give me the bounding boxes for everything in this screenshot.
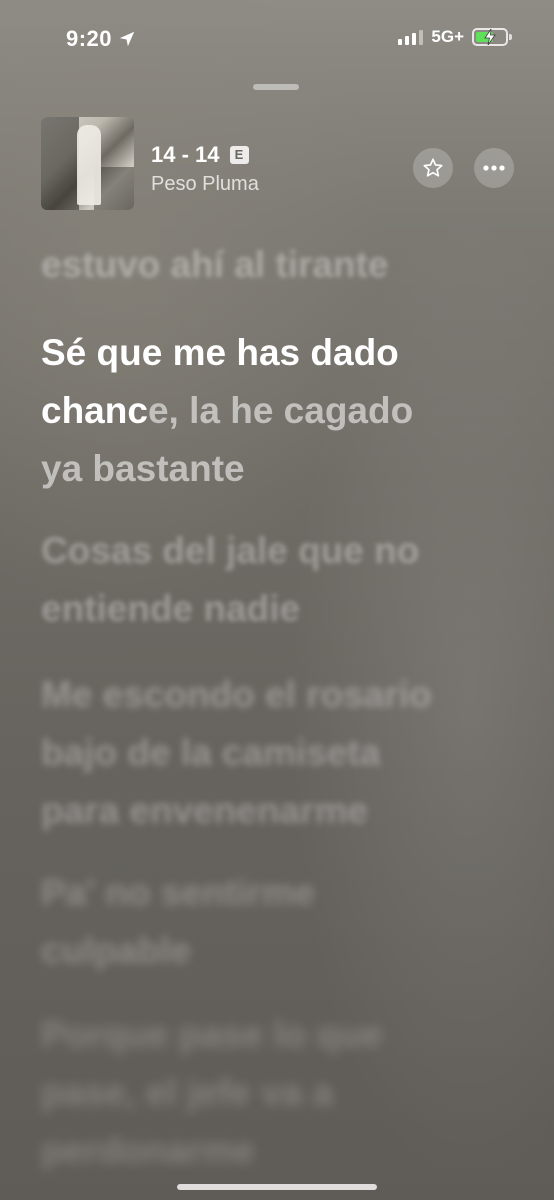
- status-indicators: 5G+: [398, 27, 512, 47]
- battery-icon: [472, 28, 512, 46]
- lyric-line-upcoming[interactable]: Cosas del jale que no entiende nadie: [41, 522, 419, 638]
- status-bar: 9:20 5G+: [0, 0, 554, 80]
- cellular-signal-icon: [398, 29, 424, 45]
- lyric-line-upcoming[interactable]: Porque pase lo que pase, el jefe va a pe…: [41, 1006, 382, 1180]
- lyric-line-previous[interactable]: estuvo ahí al tirante: [41, 236, 389, 294]
- star-icon: [423, 158, 443, 177]
- song-title: 14 - 14: [151, 142, 220, 167]
- lyric-line-upcoming[interactable]: Pa' no sentirme culpable: [41, 864, 315, 980]
- lyric-current-line3: ya bastante: [41, 448, 245, 489]
- lyric-line-current[interactable]: Sé que me has dado chance, la he cagado …: [41, 324, 511, 498]
- lyric-line-upcoming[interactable]: Me escondo el rosario bajo de la camiset…: [41, 666, 432, 840]
- album-artwork[interactable]: [41, 117, 134, 210]
- more-options-button[interactable]: [474, 148, 514, 188]
- song-title-row: 14 - 14 E: [151, 142, 249, 168]
- location-arrow-icon: [119, 31, 135, 47]
- explicit-badge: E: [229, 146, 249, 164]
- favorite-button[interactable]: [413, 148, 453, 188]
- lyric-current-line1: Sé que me has dado: [41, 332, 399, 373]
- time-label: 9:20: [66, 26, 113, 51]
- status-time: 9:20: [66, 26, 136, 52]
- artist-name[interactable]: Peso Pluma: [151, 173, 259, 196]
- charging-bolt-icon: [484, 29, 496, 45]
- lyric-current-sung: chanc: [41, 390, 148, 431]
- ellipsis-icon: [483, 165, 505, 171]
- lyric-current-unsung: e, la he cagado: [147, 390, 414, 431]
- network-type: 5G+: [431, 27, 464, 46]
- now-playing-header: 14 - 14 E Peso Pluma: [41, 117, 514, 211]
- home-indicator[interactable]: [177, 1184, 377, 1190]
- sheet-grabber[interactable]: [253, 84, 299, 90]
